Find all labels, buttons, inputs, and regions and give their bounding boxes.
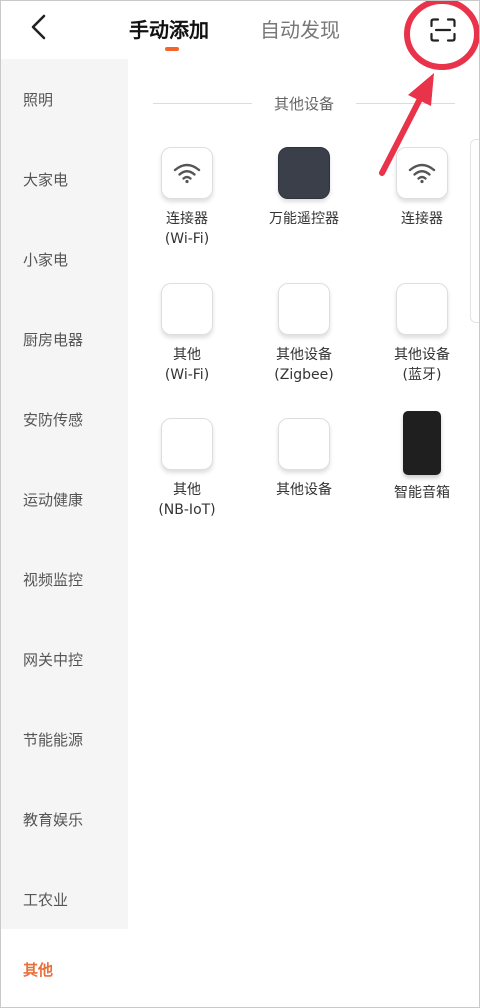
sidebar-item-label: 节能能源	[23, 730, 84, 749]
sidebar-item-kitchen[interactable]: 厨房电器	[1, 299, 128, 379]
device-label: 其他 (NB-IoT)	[158, 480, 215, 520]
device-name: 连接器	[401, 211, 443, 227]
sidebar-item-industry[interactable]: 工农业	[1, 859, 128, 939]
device-protocol: (Wi-Fi)	[164, 367, 210, 383]
device-name: 其他	[172, 347, 201, 363]
device-name: 其他	[173, 482, 201, 498]
sidebar-item-video[interactable]: 视频监控	[1, 539, 128, 619]
device-label: 其他 (Wi-Fi)	[165, 345, 209, 385]
device-protocol: (Zigbee)	[274, 367, 334, 383]
device-item-connector[interactable]: 连接器	[367, 147, 477, 229]
sidebar-item-label: 小家电	[23, 250, 69, 269]
back-button[interactable]	[21, 11, 57, 47]
sidebar-item-other[interactable]: 其他	[1, 929, 128, 1007]
scan-icon	[430, 18, 456, 46]
remote-icon	[278, 147, 330, 199]
device-label: 连接器 (Wi-Fi)	[165, 209, 209, 249]
device-protocol: (NB-IoT)	[158, 502, 216, 518]
sidebar-item-label: 其他	[23, 960, 54, 979]
device-item-other-bluetooth[interactable]: 其他设备 (蓝牙)	[367, 283, 477, 385]
sidebar-item-label: 大家电	[23, 170, 69, 189]
device-name: 其他设备	[276, 347, 332, 363]
sidebar-item-label: 教育娱乐	[23, 810, 84, 829]
device-name: 万能遥控器	[269, 211, 339, 227]
device-item-other-nbiot[interactable]: 其他 (NB-IoT)	[132, 418, 242, 520]
device-item-connector-wifi[interactable]: 连接器 (Wi-Fi)	[132, 147, 242, 249]
sidebar-item-large-appliances[interactable]: 大家电	[1, 139, 128, 219]
sidebar-item-education[interactable]: 教育娱乐	[1, 779, 128, 859]
side-panel-edge	[470, 139, 479, 323]
device-item-other-zigbee[interactable]: 其他设备 (Zigbee)	[249, 283, 359, 385]
category-sidebar: 照明 大家电 小家电 厨房电器 安防传感 运动健康 视频监控 网关中控 节能能源…	[1, 59, 128, 1007]
sidebar-item-small-appliances[interactable]: 小家电	[1, 219, 128, 299]
divider	[153, 102, 252, 104]
device-icon	[278, 283, 330, 335]
chevron-left-icon	[29, 14, 49, 44]
sidebar-item-label: 网关中控	[23, 650, 84, 669]
device-icon	[396, 283, 448, 335]
sidebar-item-fitness[interactable]: 运动健康	[1, 459, 128, 539]
device-item-smart-speaker[interactable]: 智能音箱	[367, 411, 477, 503]
sidebar-item-label: 安防传感	[23, 410, 84, 429]
device-name: 其他设备	[276, 482, 332, 498]
divider	[356, 102, 456, 104]
sidebar-item-label: 工农业	[23, 890, 69, 909]
sidebar-item-energy[interactable]: 节能能源	[1, 699, 128, 779]
section-title: 其他设备	[274, 94, 335, 113]
device-name: 智能音箱	[394, 485, 450, 501]
device-icon	[161, 283, 213, 335]
device-icon	[278, 418, 330, 470]
device-name: 连接器	[165, 211, 208, 227]
device-protocol: (Wi-Fi)	[164, 231, 210, 247]
device-icon	[161, 418, 213, 470]
device-item-universal-remote[interactable]: 万能遥控器	[249, 147, 359, 229]
wifi-icon	[161, 147, 213, 199]
sidebar-item-lighting[interactable]: 照明	[1, 59, 128, 139]
sidebar-item-label: 照明	[23, 90, 54, 109]
device-name: 其他设备	[394, 347, 450, 363]
device-label: 连接器	[401, 209, 443, 229]
app-frame: 手动添加 自动发现 照明 大家电 小家电 厨房电器 安防传感 运动健康 视频监控…	[0, 0, 480, 1008]
device-item-other-wifi[interactable]: 其他 (Wi-Fi)	[132, 283, 242, 385]
tab-manual-add[interactable]: 手动添加	[129, 17, 209, 43]
device-label: 其他设备 (蓝牙)	[394, 345, 450, 385]
device-protocol: (蓝牙)	[402, 367, 442, 383]
sidebar-item-label: 厨房电器	[23, 330, 84, 349]
sidebar-item-label: 运动健康	[23, 490, 84, 509]
active-tab-indicator	[165, 47, 179, 51]
speaker-icon	[403, 411, 441, 475]
device-label: 其他设备	[276, 480, 332, 500]
device-label: 万能遥控器	[269, 209, 339, 229]
device-item-other-device[interactable]: 其他设备	[249, 418, 359, 500]
tab-auto-discover[interactable]: 自动发现	[260, 17, 340, 43]
device-label: 智能音箱	[394, 483, 450, 503]
device-label: 其他设备 (Zigbee)	[274, 345, 333, 385]
top-bar: 手动添加 自动发现	[1, 1, 479, 59]
scan-button[interactable]	[421, 13, 465, 51]
section-header: 其他设备	[153, 91, 456, 115]
sidebar-item-label: 视频监控	[23, 570, 84, 589]
wifi-icon	[396, 147, 448, 199]
sidebar-item-security[interactable]: 安防传感	[1, 379, 128, 459]
sidebar-item-gateway[interactable]: 网关中控	[1, 619, 128, 699]
